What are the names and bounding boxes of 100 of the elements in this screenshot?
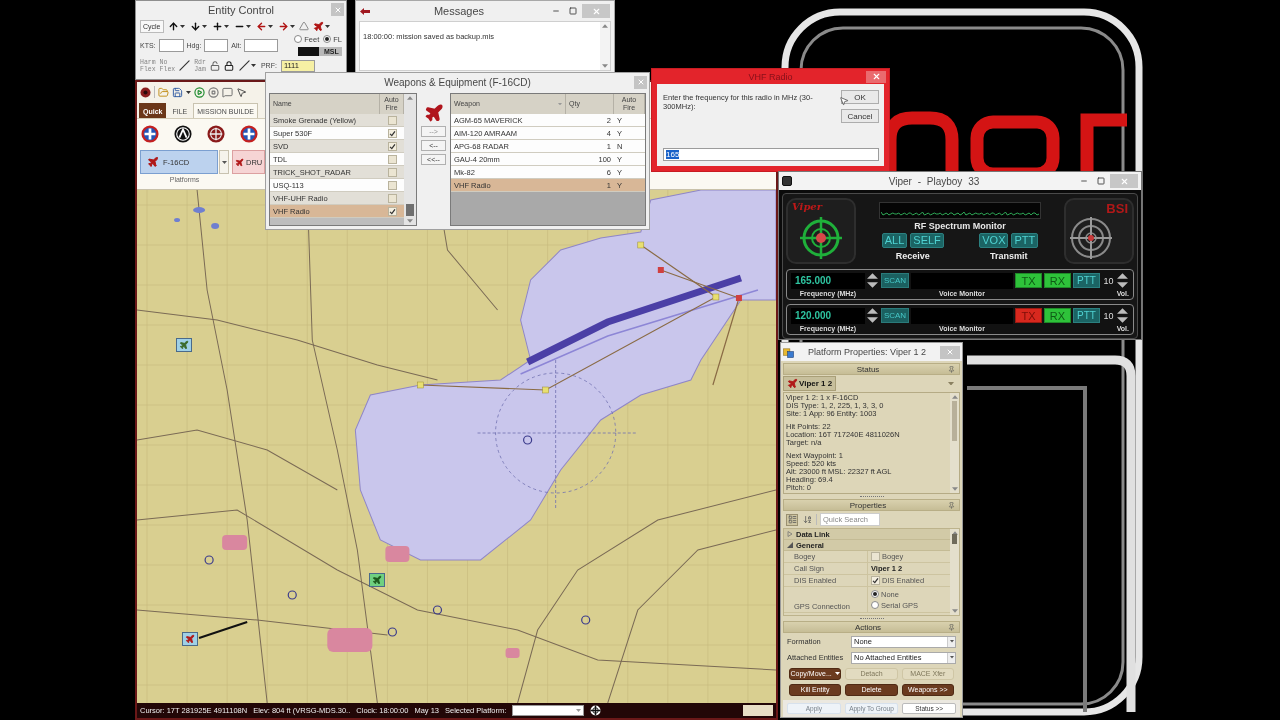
dropdown-button[interactable]: [947, 652, 955, 663]
tx-button[interactable]: TX: [1015, 273, 1042, 288]
save-icon[interactable]: [172, 86, 183, 98]
expand-icon[interactable]: [787, 542, 793, 548]
crosshair-icon[interactable]: [590, 705, 602, 716]
dialog-button[interactable]: Cancel: [841, 109, 879, 123]
caret-icon: [179, 24, 185, 28]
scroll-up-icon[interactable]: [602, 24, 608, 28]
checkbox[interactable]: [387, 128, 397, 138]
aircraft-marker-icon: [176, 338, 192, 352]
close-icon: [333, 5, 342, 14]
frequency-display[interactable]: 165.000: [791, 272, 865, 289]
folder-icon[interactable]: [158, 86, 169, 98]
plus-icon: [211, 20, 223, 32]
window-title: VHF Radio: [747, 71, 794, 82]
section-title: Actions: [853, 622, 883, 632]
caret-icon: [223, 24, 229, 28]
stop-icon[interactable]: [208, 86, 219, 98]
text-field[interactable]: [244, 38, 279, 52]
close-button[interactable]: [866, 70, 886, 83]
arrow-right-icon: [277, 20, 289, 32]
rx-button[interactable]: RX: [1044, 273, 1071, 288]
line-tool-button[interactable]: [237, 58, 257, 73]
caret-icon: [834, 672, 840, 675]
scrollbar-thumb[interactable]: [406, 204, 414, 216]
pointer-icon[interactable]: [236, 86, 247, 98]
caret-icon: [221, 160, 227, 164]
scroll-down-icon[interactable]: [407, 219, 413, 223]
peak-circle-icon[interactable]: [174, 125, 192, 143]
scroll-down-icon[interactable]: [951, 609, 958, 613]
chat-icon[interactable]: [222, 86, 233, 98]
ptt-button[interactable]: PTT: [1073, 273, 1100, 288]
scrollbar[interactable]: [950, 393, 959, 493]
scrollbar[interactable]: [404, 94, 416, 225]
entity-tab[interactable]: Viper 1 2: [783, 376, 837, 391]
monitor-title: RF Spectrum Monitor: [914, 220, 1006, 231]
mouse-pointer-icon: [839, 96, 849, 106]
padlock-icon[interactable]: [223, 60, 234, 71]
frequency-display[interactable]: 120.000: [791, 307, 865, 324]
close-icon: [1119, 176, 1129, 186]
dropdown-button[interactable]: [219, 150, 229, 174]
crosshair-circle-icon[interactable]: [207, 125, 225, 143]
mode-button[interactable]: PTT: [1011, 232, 1039, 248]
triangle-icon[interactable]: [298, 21, 309, 31]
checkbox[interactable]: [387, 180, 397, 190]
crosshair-icon: [799, 216, 843, 260]
ptt-button[interactable]: PTT: [1073, 308, 1100, 323]
caret-icon: [324, 24, 330, 28]
plane-icon: [787, 378, 798, 389]
plus-circle-icon[interactable]: [141, 125, 159, 143]
checkbox[interactable]: [387, 167, 397, 177]
scroll-up-icon[interactable]: [951, 395, 958, 399]
scrollbar[interactable]: [950, 529, 959, 615]
expand-icon[interactable]: [787, 531, 793, 537]
slash-icon[interactable]: [179, 60, 191, 71]
rx-button[interactable]: RX: [1044, 308, 1071, 323]
dropdown-button[interactable]: [947, 636, 955, 647]
up-down-arrows-icon[interactable]: [867, 273, 878, 288]
frequency-field[interactable]: 165: [663, 148, 879, 161]
scroll-up-icon[interactable]: [407, 96, 413, 100]
platform-dropdown[interactable]: [512, 705, 585, 716]
scrollbar-thumb[interactable]: [952, 534, 957, 545]
up-down-arrows-icon[interactable]: [867, 308, 878, 323]
checkbox[interactable]: [387, 154, 397, 164]
up-down-arrows-icon[interactable]: [1117, 308, 1128, 323]
scrollbar[interactable]: [600, 22, 610, 70]
minimize-icon: [1079, 177, 1088, 185]
plus-circle-icon[interactable]: [240, 125, 258, 143]
circle-icon[interactable]: [140, 86, 151, 98]
scroll-down-icon[interactable]: [951, 487, 958, 491]
close-icon: [591, 6, 601, 16]
pin-icon[interactable]: [948, 365, 955, 373]
scrollbar-thumb[interactable]: [952, 401, 957, 441]
scan-button[interactable]: SCAN: [881, 308, 909, 323]
window-title: Messages: [432, 5, 486, 17]
checkbox[interactable]: [387, 141, 397, 151]
text-field[interactable]: [204, 38, 229, 52]
view-button[interactable]: [786, 513, 798, 526]
play-icon[interactable]: [194, 86, 205, 98]
pin-icon[interactable]: [948, 623, 955, 631]
text-field[interactable]: [158, 38, 184, 52]
caret-icon: [201, 24, 207, 28]
dialog-button[interactable]: OK: [841, 90, 879, 104]
pin-icon[interactable]: [948, 501, 955, 509]
slash-icon: [238, 60, 250, 71]
view-button[interactable]: [801, 513, 813, 526]
up-down-arrows-icon[interactable]: [1117, 273, 1128, 288]
checkbox[interactable]: [387, 115, 397, 125]
checkbox[interactable]: [387, 193, 397, 203]
plane-button[interactable]: [311, 19, 331, 33]
mode-button[interactable]: VOX: [979, 232, 1009, 248]
scroll-up-icon[interactable]: [951, 531, 958, 535]
scroll-down-icon[interactable]: [602, 64, 608, 68]
mode-button[interactable]: ALL: [881, 232, 908, 248]
status-field: [743, 705, 773, 716]
caret-icon: [250, 64, 256, 67]
scan-button[interactable]: SCAN: [881, 273, 909, 288]
close-icon: [946, 348, 954, 356]
mode-button[interactable]: SELF: [910, 232, 944, 248]
checkbox[interactable]: [387, 206, 397, 216]
